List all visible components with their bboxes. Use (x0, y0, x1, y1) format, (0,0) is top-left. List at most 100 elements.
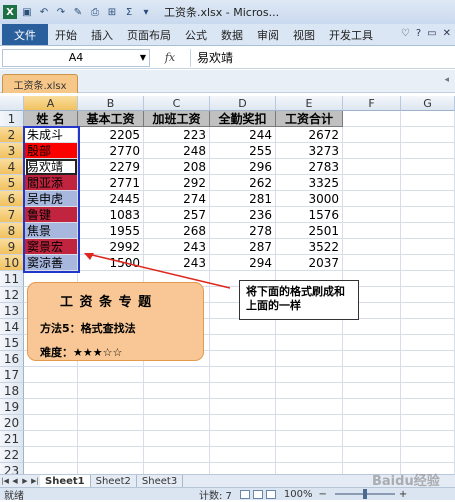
table-cell[interactable] (276, 383, 343, 399)
fx-icon[interactable]: fx (150, 51, 190, 64)
table-cell[interactable] (78, 367, 144, 383)
border-icon[interactable]: ⊞ (105, 5, 119, 19)
zoom-slider[interactable] (334, 489, 395, 499)
value-cell[interactable]: 208 (144, 159, 210, 175)
table-cell[interactable] (401, 111, 455, 127)
row-header[interactable]: 9 (0, 239, 24, 255)
table-cell[interactable] (78, 463, 144, 474)
table-cell[interactable] (78, 447, 144, 463)
value-cell[interactable]: 2783 (276, 159, 343, 175)
save-icon[interactable]: ▣ (20, 5, 34, 19)
redo-icon[interactable]: ↷ (54, 5, 68, 19)
table-cell[interactable] (343, 159, 401, 175)
table-cell[interactable] (343, 255, 401, 271)
table-cell[interactable] (276, 367, 343, 383)
column-header-e[interactable]: E (276, 96, 343, 111)
row-header[interactable]: 2 (0, 127, 24, 143)
row-header[interactable]: 12 (0, 287, 24, 303)
table-cell[interactable] (343, 415, 401, 431)
table-cell[interactable] (343, 383, 401, 399)
table-cell[interactable] (401, 175, 455, 191)
table-cell[interactable] (276, 447, 343, 463)
first-sheet-icon[interactable]: |◀ (0, 477, 10, 485)
table-cell[interactable] (401, 159, 455, 175)
table-cell[interactable] (24, 367, 78, 383)
table-cell[interactable] (276, 335, 343, 351)
row-header[interactable]: 13 (0, 303, 24, 319)
table-cell[interactable] (144, 431, 210, 447)
row-header[interactable]: 20 (0, 415, 24, 431)
chevron-left-icon[interactable]: ◂ (444, 75, 449, 85)
value-cell[interactable]: 281 (210, 191, 276, 207)
value-cell[interactable]: 278 (210, 223, 276, 239)
value-cell[interactable]: 2205 (78, 127, 144, 143)
column-header-d[interactable]: D (210, 96, 276, 111)
sheet-tab-2[interactable]: Sheet2 (91, 475, 137, 487)
table-cell[interactable] (144, 463, 210, 474)
table-cell[interactable] (210, 399, 276, 415)
value-cell[interactable]: 262 (210, 175, 276, 191)
row-header[interactable]: 6 (0, 191, 24, 207)
value-cell[interactable]: 2279 (78, 159, 144, 175)
table-cell[interactable] (24, 399, 78, 415)
table-cell[interactable] (24, 447, 78, 463)
sheet-tab-3[interactable]: Sheet3 (137, 475, 184, 487)
zoom-level[interactable]: 100% (284, 489, 313, 500)
row-header[interactable]: 17 (0, 367, 24, 383)
table-header-cell[interactable]: 基本工资 (78, 111, 144, 127)
table-cell[interactable] (343, 367, 401, 383)
prev-sheet-icon[interactable]: ◀ (10, 477, 20, 485)
table-cell[interactable] (343, 399, 401, 415)
row-header[interactable]: 19 (0, 399, 24, 415)
table-cell[interactable] (276, 351, 343, 367)
sheet-tab-1[interactable]: Sheet1 (40, 475, 91, 487)
table-cell[interactable] (401, 447, 455, 463)
tab-data[interactable]: 数据 (214, 25, 250, 45)
table-cell[interactable] (401, 207, 455, 223)
table-cell[interactable] (24, 383, 78, 399)
tab-view[interactable]: 视图 (286, 25, 322, 45)
table-cell[interactable] (210, 319, 276, 335)
value-cell[interactable]: 1955 (78, 223, 144, 239)
table-cell[interactable] (276, 431, 343, 447)
table-cell[interactable] (276, 415, 343, 431)
value-cell[interactable]: 274 (144, 191, 210, 207)
undo-icon[interactable]: ↶ (37, 5, 51, 19)
value-cell[interactable]: 257 (144, 207, 210, 223)
value-cell[interactable]: 296 (210, 159, 276, 175)
tab-insert[interactable]: 插入 (84, 25, 120, 45)
row-header[interactable]: 5 (0, 175, 24, 191)
row-header[interactable]: 8 (0, 223, 24, 239)
value-cell[interactable]: 3522 (276, 239, 343, 255)
table-cell[interactable] (401, 415, 455, 431)
formula-input[interactable]: 易欢靖 (190, 48, 455, 67)
value-cell[interactable]: 2501 (276, 223, 343, 239)
table-cell[interactable] (343, 319, 401, 335)
column-header-b[interactable]: B (78, 96, 144, 111)
table-cell[interactable] (401, 319, 455, 335)
value-cell[interactable]: 3000 (276, 191, 343, 207)
tab-review[interactable]: 审阅 (250, 25, 286, 45)
table-cell[interactable] (401, 335, 455, 351)
table-cell[interactable] (401, 431, 455, 447)
preview-icon[interactable]: ⎙ (88, 5, 102, 19)
value-cell[interactable]: 268 (144, 223, 210, 239)
table-cell[interactable] (401, 255, 455, 271)
row-header[interactable]: 16 (0, 351, 24, 367)
restore-icon[interactable]: ▭ (427, 28, 436, 39)
row-header[interactable]: 4 (0, 159, 24, 175)
table-cell[interactable] (343, 111, 401, 127)
table-cell[interactable] (210, 335, 276, 351)
table-cell[interactable] (210, 367, 276, 383)
value-cell[interactable]: 236 (210, 207, 276, 223)
column-header-g[interactable]: G (401, 96, 455, 111)
table-cell[interactable] (210, 415, 276, 431)
format-painter-icon[interactable]: ✎ (71, 5, 85, 19)
table-cell[interactable] (210, 431, 276, 447)
value-cell[interactable]: 2445 (78, 191, 144, 207)
zoom-slider-thumb[interactable] (362, 489, 367, 499)
table-cell[interactable] (401, 367, 455, 383)
value-cell[interactable]: 244 (210, 127, 276, 143)
table-cell[interactable] (24, 431, 78, 447)
close-icon[interactable]: ✕ (443, 28, 451, 39)
